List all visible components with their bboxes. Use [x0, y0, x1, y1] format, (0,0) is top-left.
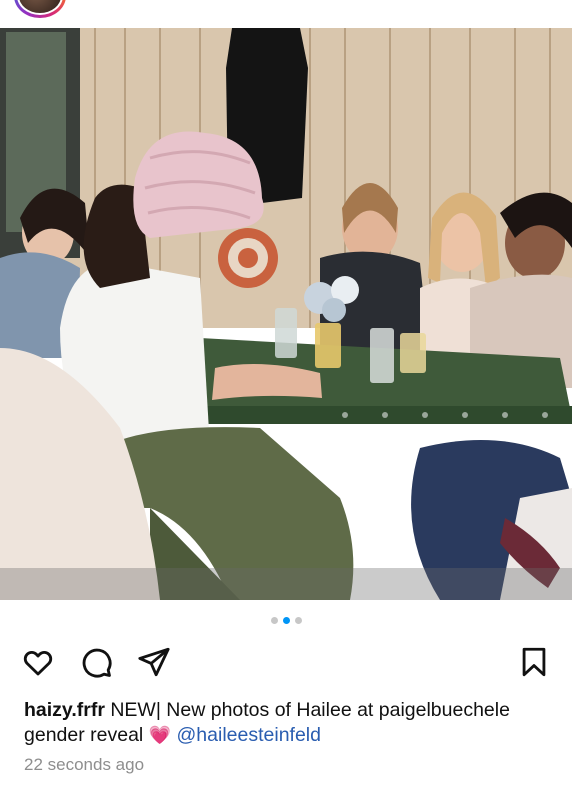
post-photo[interactable]	[0, 28, 572, 600]
paper-plane-icon	[138, 647, 170, 677]
story-avatar[interactable]	[14, 0, 66, 18]
post-actions-bar	[0, 644, 572, 680]
carousel-indicator	[0, 617, 572, 624]
caption-mention[interactable]: @haileesteinfeld	[177, 724, 321, 746]
comment-button[interactable]	[78, 644, 114, 680]
carousel-dot-active	[282, 617, 290, 624]
bookmark-outline-icon	[522, 647, 546, 677]
carousel-dot	[270, 617, 278, 624]
carousel-dot	[294, 617, 302, 624]
post-header-strip	[0, 0, 572, 28]
save-button[interactable]	[516, 644, 552, 680]
share-button[interactable]	[136, 644, 172, 680]
post-timestamp: 22 seconds ago	[24, 755, 145, 774]
comment-bubble-icon	[82, 648, 112, 678]
caption-username[interactable]: haizy.frfr	[24, 699, 105, 721]
post-caption: haizy.frfr NEW| New photos of Hailee at …	[24, 698, 552, 748]
heart-outline-icon	[23, 650, 53, 676]
heart-emoji: 💗	[148, 725, 172, 745]
like-button[interactable]	[20, 644, 56, 680]
avatar-image	[19, 0, 61, 13]
